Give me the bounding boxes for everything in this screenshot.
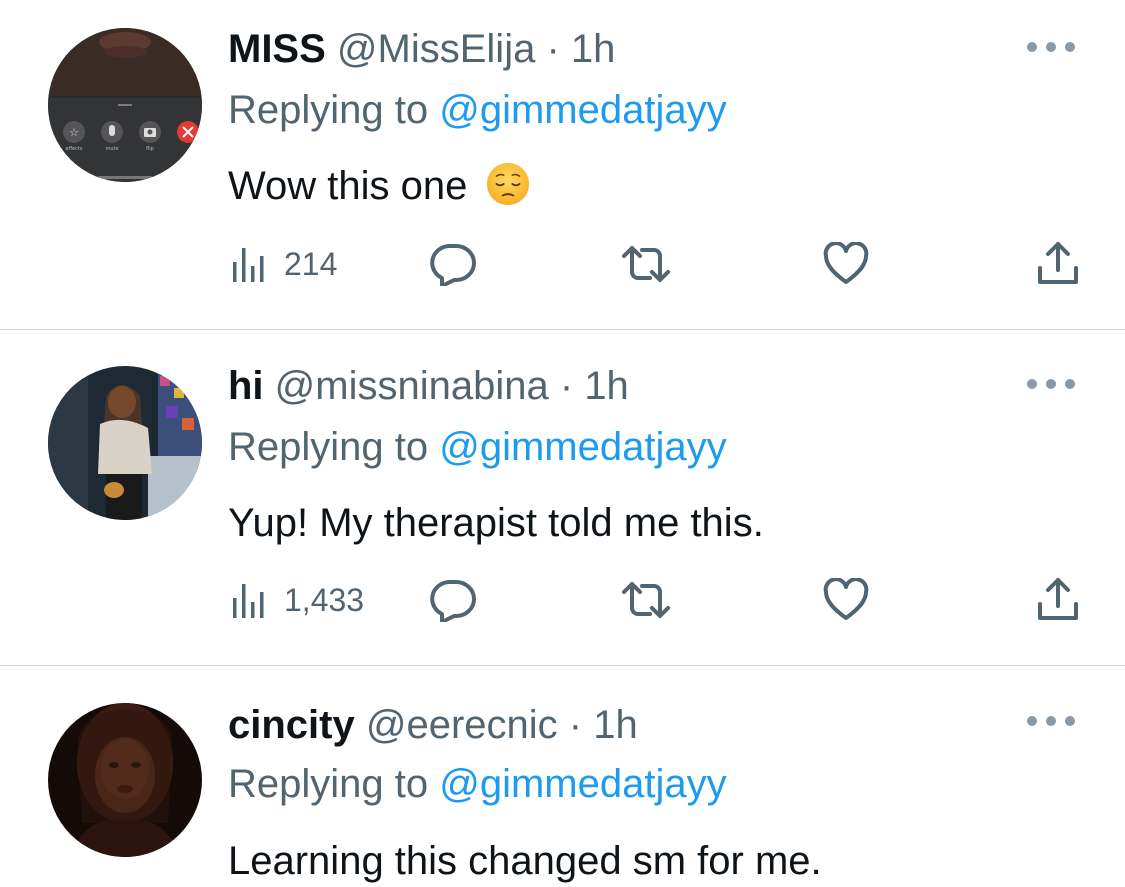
replying-to-label: Replying to [228,762,440,806]
heart-icon [823,578,869,620]
speech-bubble-icon [430,580,476,622]
avatar-image [48,366,202,520]
view-count: 214 [284,245,338,282]
avatar-image: ☆ effects mute flip [48,28,202,182]
reply-button[interactable] [428,240,476,288]
share-upload-icon [1038,242,1078,284]
replying-to-label: Replying to [228,88,440,132]
heart-icon [823,242,869,284]
pensive-face-icon [487,163,530,206]
share-button[interactable] [1036,576,1080,624]
divider [0,329,1125,330]
more-dots-icon[interactable] [1027,374,1075,394]
views-button[interactable]: 1,433 [228,576,364,624]
tweet-text-content: Wow this one [228,164,468,208]
svg-text:☆: ☆ [69,126,79,139]
avatar-label-effects: effects [66,146,83,152]
separator-dot: · [559,364,574,408]
reply-button[interactable] [428,576,476,624]
replying-to-mention[interactable]: @gimmedatjayy [439,425,726,469]
avatar-label-flip: flip [146,146,154,152]
like-button[interactable] [822,576,870,624]
tweet[interactable]: hi @missninabina · 1h Replying to @gimme… [0,331,1125,666]
avatar-image [48,703,202,857]
views-button[interactable]: 214 [228,240,337,288]
tweet-actions: 1,433 [228,576,1088,624]
timestamp[interactable]: 1h [584,364,629,408]
more-dots-icon[interactable] [1027,711,1075,731]
handle[interactable]: @missninabina [275,364,549,408]
display-name[interactable]: cincity [228,703,355,747]
avatar[interactable] [48,366,202,520]
tweet-actions: 214 [228,240,1088,288]
replying-to: Replying to @gimmedatjayy [228,425,727,469]
timestamp[interactable]: 1h [571,27,616,71]
display-name[interactable]: MISS [228,27,326,71]
timestamp[interactable]: 1h [593,703,638,747]
speech-bubble-icon [430,244,476,286]
separator-dot: · [568,703,583,747]
share-button[interactable] [1036,240,1080,288]
replying-to: Replying to @gimmedatjayy [228,762,727,806]
avatar[interactable]: ☆ effects mute flip [48,28,202,182]
bar-chart-icon [233,584,264,618]
retweet-icon [622,246,670,282]
tweet-header: MISS @MissElija · 1h [228,27,615,71]
share-upload-icon [1038,578,1078,620]
replying-to-mention[interactable]: @gimmedatjayy [439,762,726,806]
handle[interactable]: @eerecnic [366,703,558,747]
tweet-text: Yup! My therapist told me this. [228,501,764,545]
tweet-header: hi @missninabina · 1h [228,364,629,408]
like-button[interactable] [822,240,870,288]
separator-dot: · [546,27,560,71]
bar-chart-icon [233,248,264,282]
retweet-button[interactable] [620,576,672,624]
retweet-icon [622,582,670,618]
avatar-label-mute: mute [105,146,118,152]
more-dots-icon[interactable] [1027,37,1075,57]
tweet-header: cincity @eerecnic · 1h [228,703,638,747]
retweet-button[interactable] [620,240,672,288]
avatar[interactable] [48,703,202,857]
tweet-text: Learning this changed sm for me. [228,839,822,883]
handle[interactable]: @MissElija [337,27,535,71]
view-count: 1,433 [284,581,365,618]
tweet[interactable]: ☆ effects mute flip MISS @MissElija · 1h… [0,0,1125,330]
divider [0,665,1125,666]
replying-to: Replying to @gimmedatjayy [228,88,727,132]
replying-to-label: Replying to [228,425,440,469]
tweet[interactable]: cincity @eerecnic · 1h Replying to @gimm… [0,667,1125,887]
tweet-text: Wow this one [228,163,533,210]
display-name[interactable]: hi [228,364,264,408]
replying-to-mention[interactable]: @gimmedatjayy [439,88,726,132]
